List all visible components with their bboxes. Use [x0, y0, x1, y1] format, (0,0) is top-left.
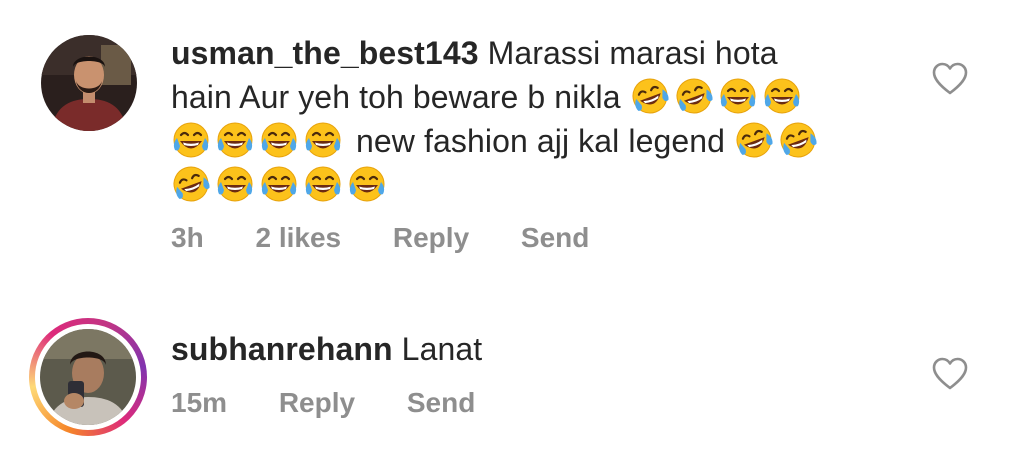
comment-body: subhanrehann Lanat	[171, 327, 482, 371]
avatar[interactable]	[40, 329, 136, 425]
comment-meta: 15m Reply Send	[171, 387, 519, 419]
send-button[interactable]: Send	[407, 387, 475, 419]
comment-username[interactable]: subhanrehann	[171, 331, 393, 367]
reply-button[interactable]: Reply	[279, 387, 355, 419]
comment-timestamp: 15m	[171, 387, 228, 418]
comment-item: subhanrehann Lanat 15m Reply Send	[0, 0, 1024, 469]
heart-outline-icon[interactable]	[932, 357, 968, 391]
comment-text: Lanat	[401, 331, 483, 367]
comment-line: subhanrehann Lanat	[171, 327, 482, 371]
avatar-photo	[40, 329, 136, 425]
